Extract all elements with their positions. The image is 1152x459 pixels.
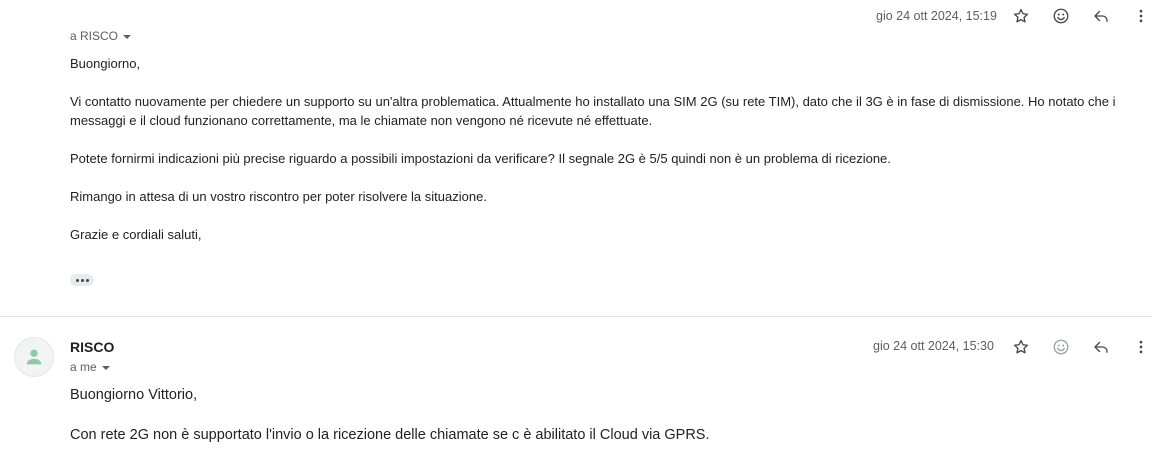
person-icon [26,349,42,365]
email-message-1: gio 24 ott 2024, 15:19 a RISCO Buongiorn… [0,0,1152,316]
greeting: Buongiorno, [70,56,141,71]
body-paragraph: Rimango in attesa di un vostro riscontro… [70,189,487,204]
greeting: Buongiorno Vittorio, [70,387,198,403]
emoji-icon [1053,339,1069,355]
star-button[interactable] [1007,2,1035,30]
chevron-down-icon [101,365,110,370]
show-trimmed-content-icon [75,278,79,282]
reply-button[interactable] [1087,333,1115,361]
star-button[interactable] [1007,333,1035,361]
message-body: Buongiorno, Vi contatto nuovamente per c… [70,54,1130,244]
star-icon [1013,8,1029,23]
more-vert-icon [1139,9,1143,23]
reply-icon [1094,10,1108,22]
more-options-button[interactable] [1127,2,1152,30]
body-paragraph: Vi contatto nuovamente per chiedere un s… [70,94,1116,128]
emoji-icon [1053,8,1069,24]
recipient-details-toggle[interactable]: a me [70,360,110,374]
message-date: gio 24 ott 2024, 15:30 [873,339,994,353]
recipient-label: a me [70,360,97,374]
body-paragraph: Potete fornirmi indicazioni più precise … [70,151,891,166]
recipient-label: a RISCO [70,29,119,43]
recipient-details-toggle[interactable]: a RISCO [70,29,132,43]
sender-name: RISCO [70,339,115,355]
reply-button[interactable] [1087,2,1115,30]
show-trimmed-content-button[interactable] [70,274,94,286]
emoji-reaction-button[interactable] [1047,2,1075,30]
email-message-2: RISCO a me gio 24 ott 2024, 15:30 Buongi… [0,317,1152,459]
sign-off: Grazie e cordiali saluti, [70,227,202,242]
more-vert-icon [1139,340,1143,354]
more-options-button[interactable] [1127,333,1152,361]
star-icon [1013,339,1029,354]
avatar[interactable] [14,337,54,377]
chevron-down-icon [123,34,132,39]
reply-icon [1094,341,1108,353]
message-date: gio 24 ott 2024, 15:19 [876,9,997,23]
body-paragraph: Con rete 2G non è supportato l'invio o l… [70,427,710,443]
emoji-reaction-button[interactable] [1047,333,1075,361]
